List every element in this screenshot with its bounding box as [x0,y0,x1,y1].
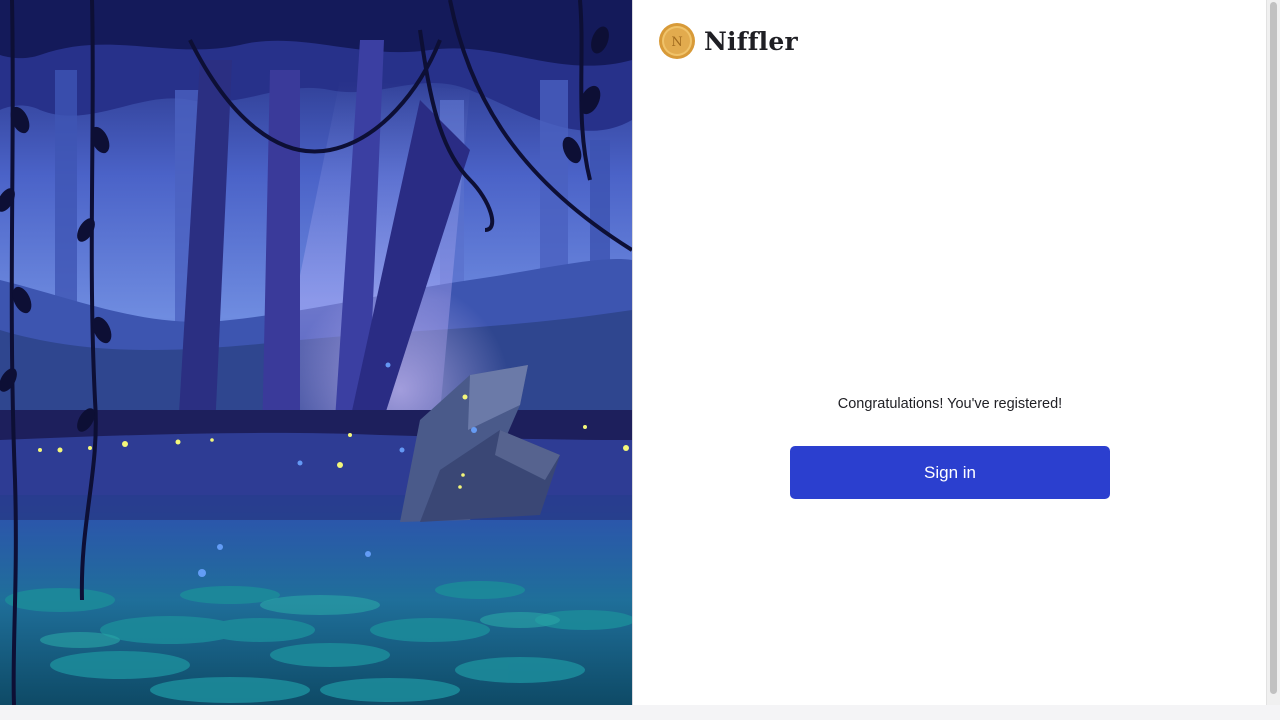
page: N Niffler Congratulations! You've regist… [0,0,1266,705]
brand-name: Niffler [704,26,798,56]
forest-illustration [0,0,632,705]
page-scrollbar[interactable] [1266,0,1280,705]
forest-illustration-svg [0,0,632,705]
scrollbar-thumb[interactable] [1270,2,1277,694]
coin-letter: N [671,35,682,50]
brand-logo[interactable]: N Niffler [659,23,798,59]
gold-coin-icon: N [659,23,695,59]
registration-panel: N Niffler Congratulations! You've regist… [632,0,1266,705]
sign-in-button[interactable]: Sign in [790,446,1110,499]
registration-success-message: Congratulations! You've registered! [837,396,1063,412]
